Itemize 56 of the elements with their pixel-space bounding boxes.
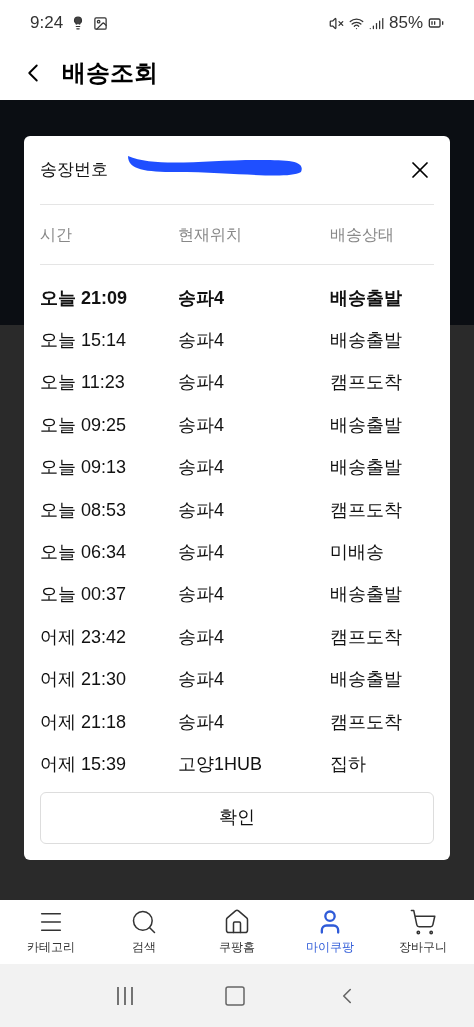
location-cell-text: 송파4 — [178, 371, 225, 395]
location-cell-text: 고양1HUB — [178, 753, 263, 776]
status-cell-text: 배송출발 — [330, 668, 403, 692]
battery-percent: 85% — [388, 12, 423, 35]
nav-tab[interactable]: 쿠팡홈 — [196, 908, 277, 956]
location-cell-text: 송파4 — [178, 710, 225, 734]
status-cell-text: 캠프도착 — [330, 371, 403, 395]
status-cell-text: 미배송 — [330, 541, 385, 565]
location-cell-text: 송파4 — [178, 583, 225, 607]
time-cell-text: 어제 23:42 — [40, 625, 128, 649]
mute-icon — [328, 15, 344, 31]
time-cell-text: 오늘 00:37 — [40, 583, 128, 607]
time-cell-text: 오늘 09:25 — [40, 413, 128, 437]
location-cell-text: 송파4 — [178, 498, 225, 522]
status-time: 9:24 — [30, 12, 64, 35]
nav-tab[interactable]: 마이쿠팡 — [290, 908, 371, 956]
time-cell-text: 오늘 09:13 — [40, 456, 128, 480]
page-title: 배송조회 — [62, 58, 158, 88]
wifi-icon — [348, 15, 364, 31]
image-icon — [93, 15, 109, 31]
column-header: 현재위치 — [178, 224, 243, 245]
column-header: 시간 — [40, 224, 73, 245]
time-cell-text: 오늘 08:53 — [40, 498, 128, 522]
battery-icon — [428, 15, 444, 31]
nav-tab[interactable]: 장바구니 — [383, 908, 464, 956]
home-button-icon[interactable] — [223, 983, 247, 1008]
nav-tab[interactable]: 카테고리 — [10, 908, 91, 956]
time-cell-text: 오늘 15:14 — [40, 329, 128, 353]
status-cell-text: 캠프도착 — [330, 625, 403, 649]
location-cell-text: 송파4 — [178, 456, 225, 480]
status-cell-text: 배송출발 — [330, 286, 403, 310]
status-cell-text: 배송출발 — [330, 456, 403, 480]
dialog-title: 송장번호 — [40, 159, 108, 182]
time-cell-text: 어제 21:18 — [40, 710, 128, 734]
signal-icon — [368, 15, 384, 31]
location-cell-text: 송파4 — [178, 668, 225, 692]
status-cell-text: 캠프도착 — [330, 498, 403, 522]
status-cell-text: 배송출발 — [330, 583, 403, 607]
column-header: 배송상태 — [330, 224, 395, 245]
time-cell-text: 어제 15:39 — [40, 753, 128, 776]
location-cell-text: 송파4 — [178, 286, 225, 310]
status-cell-text: 배송출발 — [330, 329, 403, 353]
time-cell-text: 오늘 06:34 — [40, 541, 128, 565]
location-cell-text: 송파4 — [178, 413, 225, 437]
location-cell-text: 송파4 — [178, 541, 225, 565]
nav-tab[interactable]: 검색 — [103, 908, 184, 956]
location-cell-text: 송파4 — [178, 625, 225, 649]
confirm-button[interactable]: 확인 — [40, 791, 434, 844]
time-cell-text: 어제 21:30 — [40, 668, 128, 692]
status-cell-text: 캠프도착 — [330, 710, 403, 734]
time-cell-text: 오늘 21:09 — [40, 286, 129, 310]
cart-icon — [409, 908, 438, 936]
status-cell-text: 집하 — [330, 753, 367, 776]
time-cell-text: 오늘 11:23 — [40, 371, 126, 395]
status-cell-text: 배송출발 — [330, 413, 403, 437]
location-cell-text: 송파4 — [178, 329, 225, 353]
